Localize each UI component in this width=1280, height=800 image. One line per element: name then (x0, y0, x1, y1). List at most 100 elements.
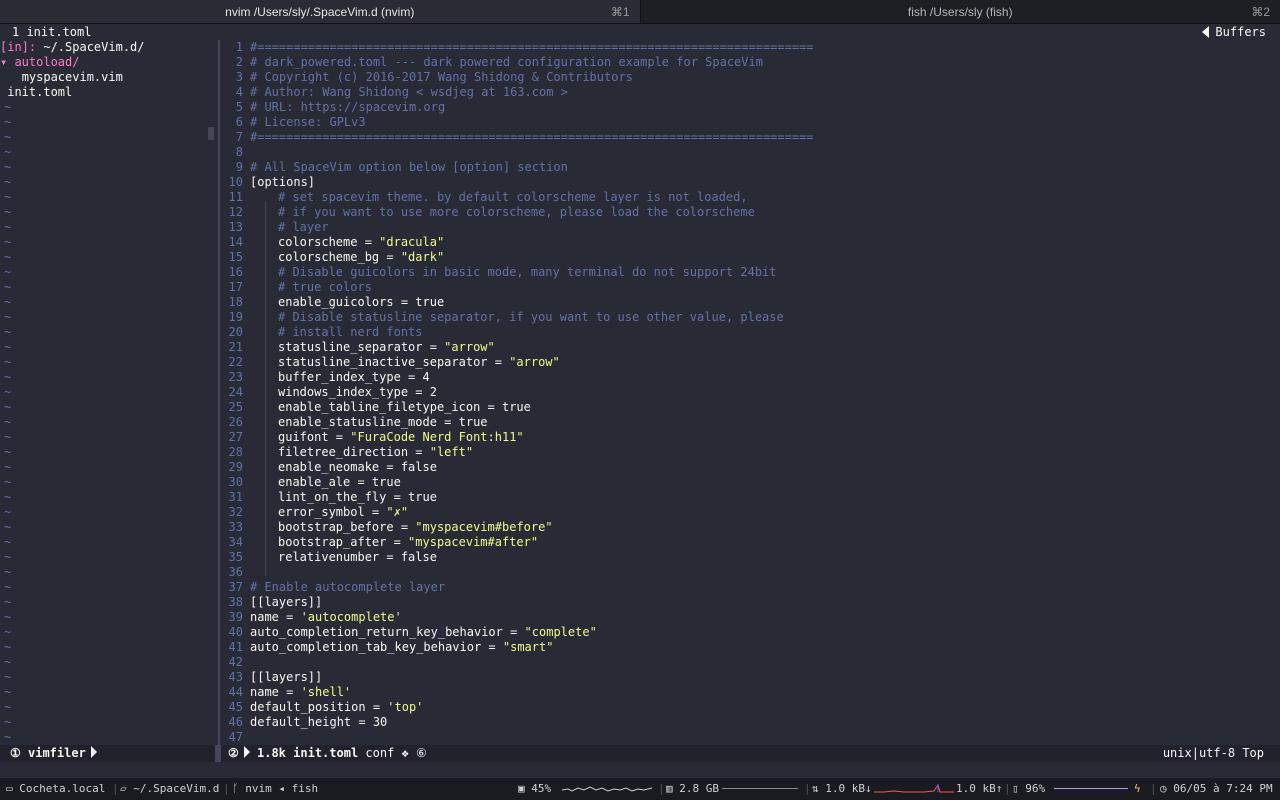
code-line[interactable]: 26 enable_statusline_mode = true (222, 415, 1280, 441)
code-text: colorscheme_bg = "dark" (250, 250, 1280, 276)
code-line[interactable]: 41 auto_completion_tab_key_behavior = "sm… (222, 640, 1280, 655)
process-segment: ᚴ nvim ◂ fish (232, 782, 318, 796)
code-line[interactable]: 16 # Disable guicolors in basic mode, man… (222, 265, 1280, 291)
code-text: statusline_inactive_separator = "arrow" (250, 355, 1280, 381)
status-right: unix|utf-8 Top (1163, 745, 1264, 762)
line-number: 25 (228, 400, 243, 414)
code-line[interactable]: 30 enable_ale = true (222, 475, 1280, 501)
window-divider[interactable] (218, 40, 220, 746)
arrow-right-icon (243, 746, 250, 758)
code-line[interactable]: 33 bootstrap_before = "myspacevim#before" (222, 520, 1280, 546)
empty-line-marker: ~ (4, 475, 12, 489)
code-line[interactable]: 18 enable_guicolors = true (222, 295, 1280, 321)
code-text: #=======================================… (250, 130, 1280, 145)
code-content: statusline_separator = (278, 340, 445, 354)
code-line[interactable]: 1 #======================================… (222, 40, 1280, 55)
code-text: enable_ale = true (250, 475, 1280, 501)
code-content: # layer (278, 220, 329, 234)
tab-nvim[interactable]: nvim /Users/sly/.SpaceVim.d (nvim) ⌘1 (0, 0, 640, 23)
line-number: 42 (228, 655, 243, 669)
code-line[interactable]: 40 auto_completion_return_key_behavior = … (222, 625, 1280, 640)
code-line[interactable]: 38 [[layers]] (222, 595, 1280, 610)
host-name: Cocheta.local (19, 782, 106, 795)
buffer-tab-init[interactable]: 1 init.toml (12, 25, 91, 40)
string-value: "complete" (524, 625, 597, 639)
code-line[interactable]: 9 # All SpaceVim option below [option] se… (222, 160, 1280, 175)
tree-scrollbar[interactable] (208, 127, 214, 140)
code-line[interactable]: 35 relativenumber = false (222, 550, 1280, 576)
window-number-2: ② (228, 746, 239, 760)
code-line[interactable]: 20 # install nerd fonts (222, 325, 1280, 351)
code-line[interactable]: 36 (222, 565, 1280, 580)
code-line[interactable]: 15 colorscheme_bg = "dark" (222, 250, 1280, 276)
code-text: buffer_index_type = 4 (250, 370, 1280, 396)
code-line[interactable]: 4 # Author: Wang Shidong < wsdjeg at 163.… (222, 85, 1280, 100)
tree-item-myspacevim-label: myspacevim.vim (21, 70, 123, 84)
code-line[interactable]: 31 lint_on_the_fly = true (222, 490, 1280, 516)
code-line[interactable]: 3 # Copyright (c) 2016-2017 Wang Shidong … (222, 70, 1280, 85)
memory-segment: ▥ 2.8 GB (666, 782, 719, 796)
file-name: init.toml (293, 746, 359, 760)
code-line[interactable]: 6 # License: GPLv3 (222, 115, 1280, 130)
status-separator (215, 745, 221, 762)
code-line[interactable]: 10 [options] (222, 175, 1280, 190)
tree-item-init[interactable]: init.toml (0, 85, 215, 100)
code-line[interactable]: 22 statusline_inactive_separator = "arrow… (222, 355, 1280, 381)
code-line[interactable]: 27 guifont = "FuraCode Nerd Font:h11" (222, 430, 1280, 456)
code-content: filetree_direction = (278, 445, 430, 459)
code-line[interactable]: 14 colorscheme = "dracula" (222, 235, 1280, 261)
code-line[interactable]: 42 (222, 655, 1280, 670)
tree-item-autoload-label: autoload/ (14, 55, 80, 69)
tree-item-myspacevim[interactable]: myspacevim.vim (0, 70, 215, 85)
code-line[interactable]: 8 (222, 145, 1280, 160)
code-line[interactable]: 21 statusline_separator = "arrow" (222, 340, 1280, 366)
code-line[interactable]: 25 enable_tabline_filetype_icon = true (222, 400, 1280, 426)
code-line[interactable]: 7 #======================================… (222, 130, 1280, 145)
code-line[interactable]: 2 # dark_powered.toml --- dark powered co… (222, 55, 1280, 70)
tmux-statusbar: ▭ Cocheta.local | ▱ ~/.SpaceVim.d | ᚴ nv… (0, 778, 1280, 800)
code-line[interactable]: 37 # Enable autocomplete layer (222, 580, 1280, 595)
code-line[interactable]: 43 [[layers]] (222, 670, 1280, 685)
tab-fish[interactable]: fish /Users/sly (fish) ⌘2 (639, 0, 1280, 23)
tree-item-autoload[interactable]: ▾ autoload/ (0, 55, 215, 70)
code-line[interactable]: 23 buffer_index_type = 4 (222, 370, 1280, 396)
code-content: #=======================================… (250, 40, 814, 54)
code-line[interactable]: 39 name = 'autocomplete' (222, 610, 1280, 625)
code-line[interactable]: 24 windows_index_type = 2 (222, 385, 1280, 411)
code-line[interactable]: 11 # set spacevim theme. by default color… (222, 190, 1280, 216)
line-number: 35 (228, 550, 243, 564)
code-text: error_symbol = "✗" (250, 505, 1280, 531)
code-line[interactable]: 32 error_symbol = "✗" (222, 505, 1280, 531)
code-line[interactable]: 45 default_position = 'top' (222, 700, 1280, 715)
network-down: 1.0 kB↓ (825, 782, 872, 795)
empty-line-marker: ~ (4, 130, 12, 144)
tab-nvim-title: nvim /Users/sly/.SpaceVim.d (nvim) (225, 4, 415, 19)
line-number: 36 (228, 565, 243, 579)
code-line[interactable]: 28 filetree_direction = "left" (222, 445, 1280, 471)
code-text: [[layers]] (250, 595, 1280, 610)
code-line[interactable]: 12 # if you want to use more colorscheme,… (222, 205, 1280, 231)
code-line[interactable]: 19 # Disable statusline separator, if you… (222, 310, 1280, 336)
code-content: [[layers]] (250, 595, 323, 609)
line-number: 16 (228, 265, 243, 279)
code-line[interactable]: 13 # layer (222, 220, 1280, 246)
line-number: 15 (228, 250, 243, 264)
empty-line-marker: ~ (4, 415, 12, 429)
tree-header-prefix: [in]: (0, 40, 37, 54)
line-number: 22 (228, 355, 243, 369)
code-content: windows_index_type = 2 (278, 385, 437, 399)
line-number: 40 (228, 625, 243, 639)
code-text: guifont = "FuraCode Nerd Font:h11" (250, 430, 1280, 456)
code-content: enable_guicolors = true (278, 295, 445, 309)
code-line[interactable]: 47 (222, 730, 1280, 745)
code-line[interactable]: 5 # URL: https://spacevim.org (222, 100, 1280, 115)
code-line[interactable]: 34 bootstrap_after = "myspacevim#after" (222, 535, 1280, 561)
code-line[interactable]: 17 # true colors (222, 280, 1280, 306)
code-line[interactable]: 29 enable_neomake = false (222, 460, 1280, 486)
string-value: "myspacevim#before" (415, 520, 553, 534)
editor-pane[interactable]: 1 #======================================… (222, 40, 1280, 745)
code-line[interactable]: 46 default_height = 30 (222, 715, 1280, 730)
process-name: nvim ◂ fish (245, 782, 319, 795)
code-line[interactable]: 44 name = 'shell' (222, 685, 1280, 700)
terminal-tabbar: nvim /Users/sly/.SpaceVim.d (nvim) ⌘1 fi… (0, 0, 1280, 24)
